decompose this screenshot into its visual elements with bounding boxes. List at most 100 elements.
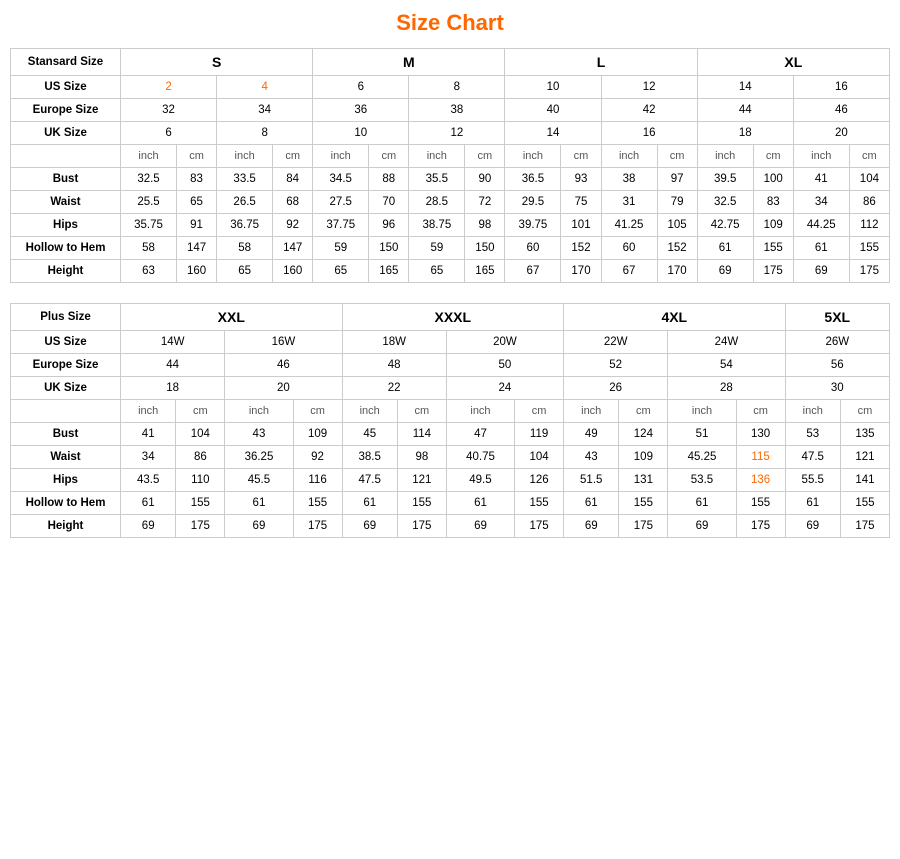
standard-cell-2-9: 101 bbox=[561, 214, 601, 237]
plus-cell-1-9: 109 bbox=[619, 446, 668, 469]
plus-cell-2-2: 45.5 bbox=[225, 469, 293, 492]
plus-cell-4-3: 175 bbox=[293, 515, 342, 538]
plus-cell-0-1: 104 bbox=[176, 423, 225, 446]
uk-10: 10 bbox=[313, 122, 409, 145]
uk-12: 12 bbox=[409, 122, 505, 145]
plus-cell-3-1: 155 bbox=[176, 492, 225, 515]
plus-us-16w: 16W bbox=[225, 331, 342, 354]
uk-size-label: UK Size bbox=[11, 122, 121, 145]
uk-6: 6 bbox=[121, 122, 217, 145]
plus-cell-2-5: 121 bbox=[397, 469, 446, 492]
plus-cell-3-6: 61 bbox=[446, 492, 514, 515]
plus-cm-1: cm bbox=[176, 400, 225, 423]
standard-cell-4-1: 160 bbox=[177, 260, 217, 283]
plus-uk-24: 24 bbox=[446, 377, 563, 400]
plus-cell-1-8: 43 bbox=[564, 446, 619, 469]
plus-cell-4-0: 69 bbox=[121, 515, 176, 538]
cm-header-2: cm bbox=[273, 145, 313, 168]
plus-cell-0-11: 130 bbox=[736, 423, 785, 446]
plus-cell-1-5: 98 bbox=[397, 446, 446, 469]
plus-uk-26: 26 bbox=[564, 377, 668, 400]
plus-cell-0-5: 114 bbox=[397, 423, 446, 446]
standard-cell-2-12: 42.75 bbox=[697, 214, 753, 237]
plus-cell-3-2: 61 bbox=[225, 492, 293, 515]
inch-header-3: inch bbox=[313, 145, 369, 168]
standard-size-l: L bbox=[505, 49, 697, 76]
standard-cell-0-10: 38 bbox=[601, 168, 657, 191]
plus-uk-size-label: UK Size bbox=[11, 377, 121, 400]
plus-cell-0-10: 51 bbox=[668, 423, 736, 446]
plus-uk-30: 30 bbox=[785, 377, 889, 400]
standard-cell-4-10: 67 bbox=[601, 260, 657, 283]
plus-cell-1-12: 47.5 bbox=[785, 446, 840, 469]
standard-cell-2-8: 39.75 bbox=[505, 214, 561, 237]
plus-chart: Plus Size XXL XXXL 4XL 5XL US Size 14W 1… bbox=[10, 303, 890, 538]
cm-header-7: cm bbox=[753, 145, 793, 168]
plus-cell-3-7: 155 bbox=[515, 492, 564, 515]
plus-cell-1-11: 115 bbox=[736, 446, 785, 469]
plus-eu-56: 56 bbox=[785, 354, 889, 377]
plus-cell-2-7: 126 bbox=[515, 469, 564, 492]
plus-cell-4-8: 69 bbox=[564, 515, 619, 538]
standard-table: Stansard Size S M L XL US Size 2 4 6 8 1… bbox=[10, 48, 890, 283]
standard-cell-3-2: 58 bbox=[217, 237, 273, 260]
plus-cell-2-0: 43.5 bbox=[121, 469, 176, 492]
standard-cell-0-2: 33.5 bbox=[217, 168, 273, 191]
plus-inch-1: inch bbox=[121, 400, 176, 423]
standard-cell-4-7: 165 bbox=[465, 260, 505, 283]
plus-eu-48: 48 bbox=[342, 354, 446, 377]
standard-cell-3-0: 58 bbox=[121, 237, 177, 260]
standard-cell-0-5: 88 bbox=[369, 168, 409, 191]
plus-eu-44: 44 bbox=[121, 354, 225, 377]
standard-cell-0-6: 35.5 bbox=[409, 168, 465, 191]
plus-inch-6: inch bbox=[668, 400, 736, 423]
standard-row-label-4: Height bbox=[11, 260, 121, 283]
uk-16: 16 bbox=[601, 122, 697, 145]
standard-cell-3-8: 60 bbox=[505, 237, 561, 260]
standard-cell-1-14: 34 bbox=[793, 191, 849, 214]
plus-cell-3-13: 155 bbox=[840, 492, 889, 515]
standard-cell-0-13: 100 bbox=[753, 168, 793, 191]
standard-cell-1-5: 70 bbox=[369, 191, 409, 214]
us-size-16: 16 bbox=[793, 76, 889, 99]
plus-cm-2: cm bbox=[293, 400, 342, 423]
plus-cell-2-4: 47.5 bbox=[342, 469, 397, 492]
plus-cell-0-8: 49 bbox=[564, 423, 619, 446]
standard-cell-2-14: 44.25 bbox=[793, 214, 849, 237]
plus-cell-2-9: 131 bbox=[619, 469, 668, 492]
standard-cell-4-3: 160 bbox=[273, 260, 313, 283]
plus-cm-5: cm bbox=[619, 400, 668, 423]
standard-row-label-1: Waist bbox=[11, 191, 121, 214]
standard-cell-4-15: 175 bbox=[849, 260, 889, 283]
plus-cell-0-4: 45 bbox=[342, 423, 397, 446]
plus-cell-3-4: 61 bbox=[342, 492, 397, 515]
us-size-10: 10 bbox=[505, 76, 601, 99]
standard-cell-1-15: 86 bbox=[849, 191, 889, 214]
standard-cell-3-11: 152 bbox=[657, 237, 697, 260]
cm-header-5: cm bbox=[561, 145, 601, 168]
standard-cell-1-0: 25.5 bbox=[121, 191, 177, 214]
plus-cell-2-8: 51.5 bbox=[564, 469, 619, 492]
standard-cell-3-6: 59 bbox=[409, 237, 465, 260]
plus-cell-4-4: 69 bbox=[342, 515, 397, 538]
eu-46: 46 bbox=[793, 99, 889, 122]
plus-us-size-label: US Size bbox=[11, 331, 121, 354]
plus-cell-4-1: 175 bbox=[176, 515, 225, 538]
standard-cell-1-7: 72 bbox=[465, 191, 505, 214]
standard-cell-3-7: 150 bbox=[465, 237, 505, 260]
us-size-8: 8 bbox=[409, 76, 505, 99]
plus-cell-4-6: 69 bbox=[446, 515, 514, 538]
standard-cell-2-13: 109 bbox=[753, 214, 793, 237]
standard-size-xl: XL bbox=[697, 49, 889, 76]
standard-cell-2-7: 98 bbox=[465, 214, 505, 237]
plus-cm-7: cm bbox=[840, 400, 889, 423]
plus-cell-4-13: 175 bbox=[840, 515, 889, 538]
plus-eu-46: 46 bbox=[225, 354, 342, 377]
plus-us-18w: 18W bbox=[342, 331, 446, 354]
standard-cell-3-1: 147 bbox=[177, 237, 217, 260]
plus-uk-22: 22 bbox=[342, 377, 446, 400]
plus-us-24w: 24W bbox=[668, 331, 785, 354]
plus-eu-54: 54 bbox=[668, 354, 785, 377]
cm-header-8: cm bbox=[849, 145, 889, 168]
plus-row-label-1: Waist bbox=[11, 446, 121, 469]
